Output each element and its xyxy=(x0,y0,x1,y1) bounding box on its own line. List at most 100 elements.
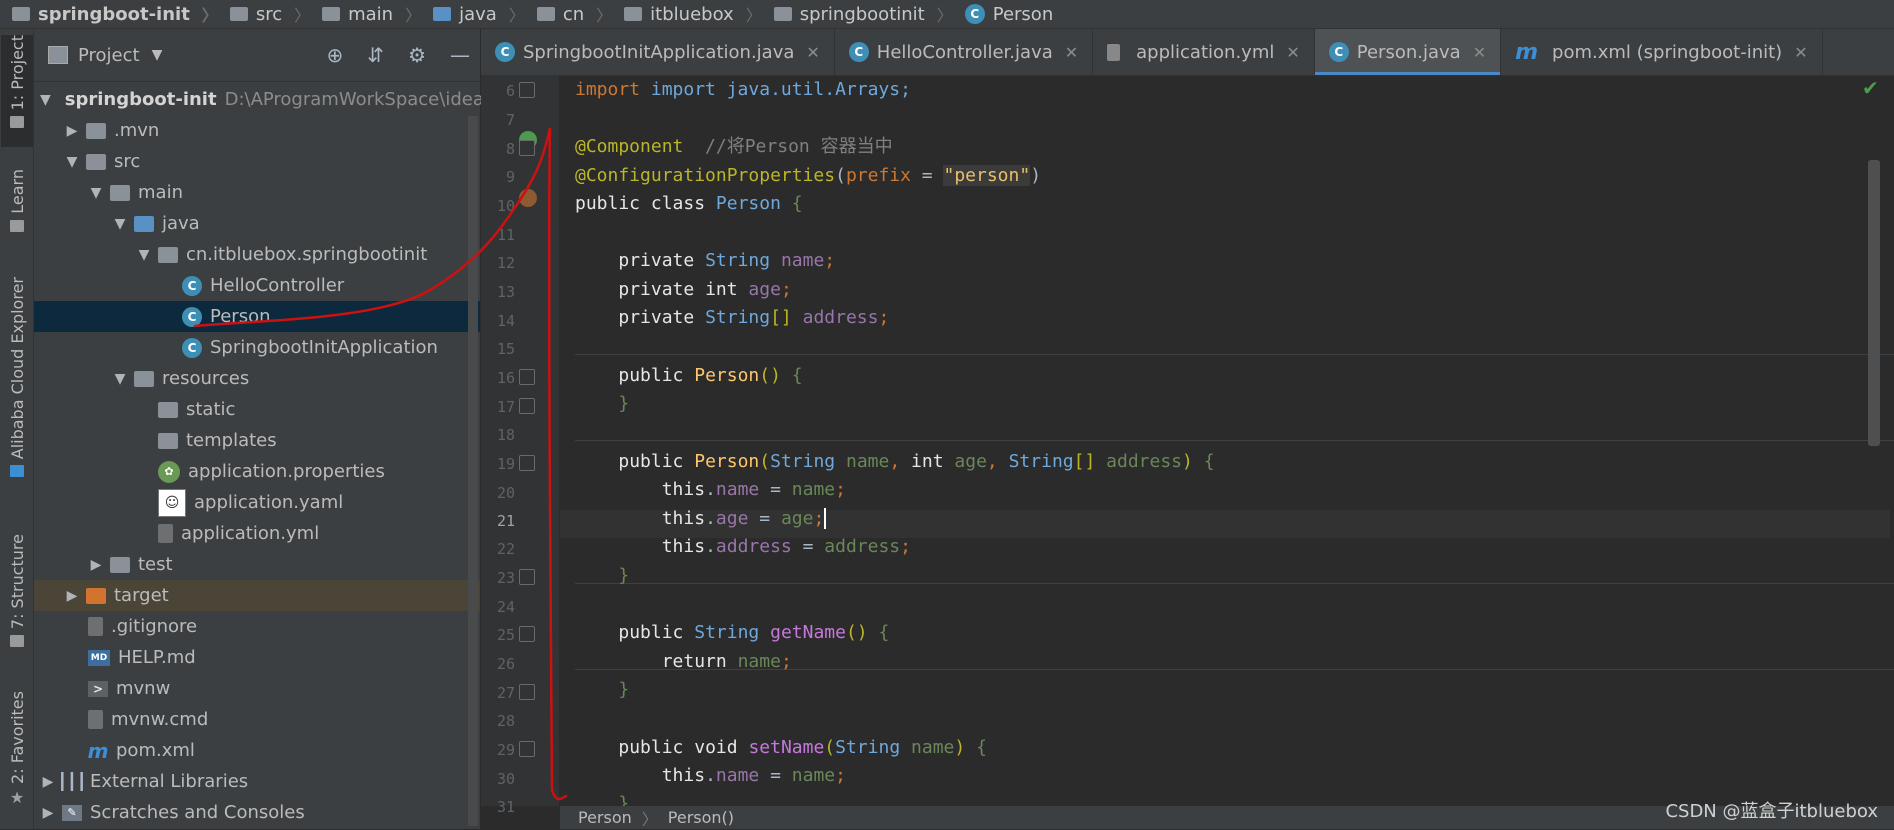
tree-item-application-properties[interactable]: ✿ application.properties xyxy=(34,456,480,487)
code-line-16: public Person() { xyxy=(618,365,803,386)
folder-icon xyxy=(158,432,178,449)
tree-item-templates[interactable]: templates xyxy=(34,425,480,456)
editor-scrollbar[interactable] xyxy=(1868,160,1880,446)
tree-item-static[interactable]: static xyxy=(34,394,480,425)
tree-item-label: application.yaml xyxy=(194,492,344,513)
code-line-20: this.name = name; xyxy=(661,479,846,500)
close-icon[interactable]: ✕ xyxy=(1065,43,1078,62)
fold-icon[interactable] xyxy=(519,741,535,757)
editor-crumb-method[interactable]: Person() xyxy=(668,808,734,827)
code-editor[interactable]: import import java.util.Arrays; @Compone… xyxy=(560,76,1894,814)
shell-script-icon: > xyxy=(88,680,108,697)
locate-icon[interactable]: ⊕ xyxy=(327,43,344,67)
chevron-right-icon[interactable]: ▶ xyxy=(64,123,80,139)
tree-item-test[interactable]: ▶ test xyxy=(34,549,480,580)
tree-item-src[interactable]: ▼ src xyxy=(34,146,480,177)
tab-learn[interactable]: Learn xyxy=(1,169,33,269)
fold-icon[interactable] xyxy=(519,684,535,700)
return-value: name xyxy=(737,651,781,672)
breadcrumb-item-springbootinit[interactable]: springbootinit 〉 xyxy=(762,2,953,26)
tab-application-yml[interactable]: application.yml ✕ xyxy=(1093,29,1315,75)
fold-icon[interactable] xyxy=(519,398,535,414)
tree-item-main[interactable]: ▼ main xyxy=(34,177,480,208)
class-icon: C xyxy=(1328,42,1349,62)
chevron-down-icon[interactable]: ▼ xyxy=(88,185,104,201)
tab-person[interactable]: C Person.java ✕ xyxy=(1314,29,1502,75)
chevron-down-icon[interactable]: ▼ xyxy=(64,154,80,170)
chevron-down-icon[interactable]: ▼ xyxy=(112,371,128,387)
tree-item-springbootinitapplication[interactable]: C SpringbootInitApplication xyxy=(34,332,480,363)
fold-icon[interactable] xyxy=(519,369,535,385)
breadcrumb-item-person[interactable]: C Person xyxy=(953,3,1054,25)
breadcrumb-label: springboot-init xyxy=(38,3,190,25)
tab-structure[interactable]: 7: Structure xyxy=(1,534,33,684)
breadcrumb-label: Person xyxy=(992,3,1054,25)
breadcrumb-item-project[interactable]: springboot-init 〉 xyxy=(0,2,218,26)
package-icon xyxy=(624,7,643,21)
watermark: CSDN @蓝盒子itbluebox xyxy=(1665,801,1878,822)
chevron-right-icon: 〉 xyxy=(294,6,311,25)
fold-icon[interactable] xyxy=(519,569,535,585)
chevron-right-icon[interactable]: ▶ xyxy=(40,774,56,790)
project-panel-title[interactable]: Project xyxy=(78,45,140,66)
tree-item-target[interactable]: ▶ target xyxy=(34,580,480,611)
tree-item-mvnw[interactable]: > mvnw xyxy=(34,673,480,704)
tree-item-external-libraries[interactable]: ▶ ┃┃┃ External Libraries xyxy=(34,766,480,797)
tab-favorites[interactable]: 2: Favorites ★ xyxy=(1,691,33,826)
tree-item-hellocontroller[interactable]: C HelloController xyxy=(34,270,480,301)
line-number: 14 xyxy=(496,312,515,330)
breadcrumb-item-itbluebox[interactable]: itbluebox 〉 xyxy=(612,2,762,26)
breadcrumb-item-cn[interactable]: cn 〉 xyxy=(525,2,612,26)
collapse-all-icon[interactable]: ⇵ xyxy=(367,43,384,67)
tree-item-help-md[interactable]: MD HELP.md xyxy=(34,642,480,673)
breadcrumb-item-main[interactable]: main 〉 xyxy=(310,2,421,26)
spring-bean-class-icon[interactable] xyxy=(519,189,537,207)
folder-icon xyxy=(322,7,341,21)
fold-icon[interactable] xyxy=(519,82,535,98)
line-number: 25 xyxy=(496,626,515,644)
chevron-down-icon[interactable]: ▼ xyxy=(152,47,163,63)
close-icon[interactable]: ✕ xyxy=(806,43,819,62)
chevron-down-icon[interactable]: ▼ xyxy=(112,216,128,232)
tab-project[interactable]: 1: Project xyxy=(1,35,33,147)
inspection-ok-icon[interactable]: ✔ xyxy=(1862,76,1879,100)
tree-item-application-yaml[interactable]: ☺ application.yaml xyxy=(34,487,480,518)
breadcrumb-item-src[interactable]: src 〉 xyxy=(218,2,310,26)
minimize-icon[interactable]: — xyxy=(450,43,470,67)
tree-item-mvnw-cmd[interactable]: mvnw.cmd xyxy=(34,704,480,735)
tab-springbootinitapplication[interactable]: C SpringbootInitApplication.java ✕ xyxy=(481,29,835,75)
maven-icon: m xyxy=(87,738,109,763)
tree-item-scratches[interactable]: ▶ ✎ Scratches and Consoles xyxy=(34,797,480,828)
tree-item-package[interactable]: ▼ cn.itbluebox.springbootinit xyxy=(34,239,480,270)
tab-alibaba-cloud-explorer[interactable]: Alibaba Cloud Explorer xyxy=(1,277,33,517)
close-icon[interactable]: ✕ xyxy=(1794,43,1807,62)
breadcrumb-label: main xyxy=(348,3,394,25)
tree-item-mvn[interactable]: ▶ .mvn xyxy=(34,115,480,146)
fold-icon[interactable] xyxy=(519,140,535,156)
line-number: 17 xyxy=(496,398,515,416)
tab-hellocontroller[interactable]: C HelloController.java ✕ xyxy=(835,29,1094,75)
tab-pom-xml[interactable]: m pom.xml (springboot-init) ✕ xyxy=(1501,29,1823,75)
fold-icon[interactable] xyxy=(519,626,535,642)
alibaba-cloud-icon xyxy=(10,465,24,478)
spring-properties-icon: ✿ xyxy=(158,460,180,483)
gear-icon[interactable]: ⚙ xyxy=(408,43,426,67)
tree-item-pom-xml[interactable]: m pom.xml xyxy=(34,735,480,766)
breadcrumb-item-java[interactable]: java 〉 xyxy=(421,2,525,26)
tree-item-root[interactable]: ▼ springboot-init D:\AProgramWorkSpace\i… xyxy=(34,84,499,115)
tree-item-gitignore[interactable]: .gitignore xyxy=(34,611,480,642)
chevron-right-icon[interactable]: ▶ xyxy=(64,588,80,604)
tree-item-java[interactable]: ▼ java xyxy=(34,208,480,239)
type: int xyxy=(705,279,738,300)
tree-item-resources[interactable]: ▼ resources xyxy=(34,363,480,394)
close-icon[interactable]: ✕ xyxy=(1473,43,1486,62)
close-icon[interactable]: ✕ xyxy=(1286,43,1299,62)
tree-item-application-yml[interactable]: application.yml xyxy=(34,518,480,549)
tree-item-person[interactable]: C Person xyxy=(34,301,480,332)
chevron-down-icon[interactable]: ▼ xyxy=(136,247,152,263)
chevron-right-icon[interactable]: ▶ xyxy=(40,805,56,821)
chevron-down-icon[interactable]: ▼ xyxy=(40,92,51,108)
editor-crumb-class[interactable]: Person xyxy=(578,808,632,827)
chevron-right-icon[interactable]: ▶ xyxy=(88,557,104,573)
fold-icon[interactable] xyxy=(519,455,535,471)
